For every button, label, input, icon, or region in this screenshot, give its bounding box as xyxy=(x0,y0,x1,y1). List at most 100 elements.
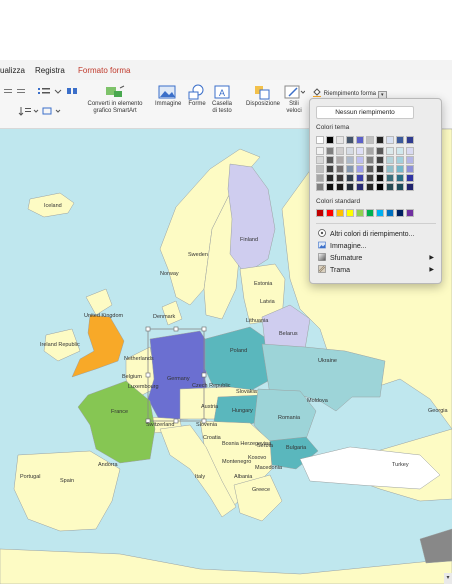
color-swatch[interactable] xyxy=(396,136,404,144)
color-swatch[interactable] xyxy=(366,156,374,164)
color-swatch[interactable] xyxy=(336,165,344,173)
color-swatch[interactable] xyxy=(406,165,414,173)
color-swatch[interactable] xyxy=(326,136,334,144)
color-swatch[interactable] xyxy=(346,174,354,182)
texture-item[interactable]: Trama ▶ xyxy=(318,265,438,276)
color-swatch[interactable] xyxy=(396,174,404,182)
color-swatch[interactable] xyxy=(356,209,364,217)
color-swatch[interactable] xyxy=(316,165,324,173)
label-ireland: Ireland Republic xyxy=(40,342,80,348)
color-swatch[interactable] xyxy=(346,156,354,164)
indent-icons[interactable] xyxy=(3,86,33,99)
color-swatch[interactable] xyxy=(336,174,344,182)
color-swatch[interactable] xyxy=(386,147,394,155)
text-direction-button[interactable] xyxy=(18,106,68,119)
color-swatch[interactable] xyxy=(396,165,404,173)
no-fill-button[interactable]: Nessun riempimento xyxy=(316,106,414,119)
color-swatch[interactable] xyxy=(336,147,344,155)
color-swatch[interactable] xyxy=(316,156,324,164)
color-swatch[interactable] xyxy=(386,209,394,217)
color-swatch[interactable] xyxy=(316,136,324,144)
convert-smartart-button[interactable]: Converti in elemento grafico SmartArt xyxy=(86,84,144,115)
color-swatch[interactable] xyxy=(386,136,394,144)
color-swatch[interactable] xyxy=(366,147,374,155)
color-swatch[interactable] xyxy=(326,209,334,217)
color-swatch[interactable] xyxy=(376,165,384,173)
color-swatch[interactable] xyxy=(326,156,334,164)
color-swatch[interactable] xyxy=(406,209,414,217)
quick-styles-button[interactable]: Stili veloci xyxy=(283,84,305,115)
color-swatch[interactable] xyxy=(376,174,384,182)
color-swatch[interactable] xyxy=(356,174,364,182)
selection-handle[interactable] xyxy=(201,372,207,378)
color-swatch[interactable] xyxy=(366,209,374,217)
color-swatch[interactable] xyxy=(356,165,364,173)
color-swatch[interactable] xyxy=(366,165,374,173)
color-swatch[interactable] xyxy=(406,136,414,144)
color-swatch[interactable] xyxy=(396,156,404,164)
fill-image-item[interactable]: Immagine... xyxy=(318,241,438,252)
poland[interactable] xyxy=(204,326,271,392)
color-swatch[interactable] xyxy=(406,156,414,164)
selection-handle[interactable] xyxy=(201,326,207,332)
color-swatch[interactable] xyxy=(346,183,354,191)
scroll-down-arrow[interactable]: ▾ xyxy=(444,573,452,584)
color-swatch[interactable] xyxy=(396,209,404,217)
color-swatch[interactable] xyxy=(316,174,324,182)
color-swatch[interactable] xyxy=(336,136,344,144)
color-swatch[interactable] xyxy=(316,209,324,217)
color-wheel-icon xyxy=(318,229,326,237)
color-swatch[interactable] xyxy=(326,183,334,191)
color-swatch[interactable] xyxy=(346,147,354,155)
color-swatch[interactable] xyxy=(346,165,354,173)
shapes-button[interactable]: Forme xyxy=(186,84,208,108)
color-swatch[interactable] xyxy=(396,147,404,155)
label-czech: Czech Republic xyxy=(192,383,231,389)
tab-formato-forma[interactable]: Formato forma xyxy=(78,66,130,75)
color-swatch[interactable] xyxy=(376,156,384,164)
list-format-button[interactable] xyxy=(37,86,65,99)
label-moldova: Moldova xyxy=(307,398,329,404)
selection-handle[interactable] xyxy=(173,326,179,332)
selection-handle[interactable] xyxy=(145,326,151,332)
color-swatch[interactable] xyxy=(346,136,354,144)
color-swatch[interactable] xyxy=(336,183,344,191)
color-swatch[interactable] xyxy=(386,183,394,191)
color-swatch[interactable] xyxy=(346,209,354,217)
color-swatch[interactable] xyxy=(386,165,394,173)
selection-handle[interactable] xyxy=(145,372,151,378)
gradient-item[interactable]: Sfumature ▶ xyxy=(318,253,438,264)
color-swatch[interactable] xyxy=(376,183,384,191)
color-swatch[interactable] xyxy=(396,183,404,191)
color-swatch[interactable] xyxy=(366,174,374,182)
color-swatch[interactable] xyxy=(356,183,364,191)
color-swatch[interactable] xyxy=(366,183,374,191)
color-swatch[interactable] xyxy=(366,136,374,144)
tab-registra[interactable]: Registra xyxy=(35,66,65,75)
color-swatch[interactable] xyxy=(336,156,344,164)
color-swatch[interactable] xyxy=(316,183,324,191)
color-swatch[interactable] xyxy=(326,147,334,155)
selection-handle[interactable] xyxy=(173,418,179,424)
color-swatch[interactable] xyxy=(376,147,384,155)
image-button[interactable]: Immagine xyxy=(155,84,181,108)
color-swatch[interactable] xyxy=(376,136,384,144)
color-swatch[interactable] xyxy=(356,136,364,144)
arrange-button[interactable]: Disposizione xyxy=(246,84,280,108)
color-swatch[interactable] xyxy=(356,156,364,164)
color-swatch[interactable] xyxy=(386,156,394,164)
color-swatch[interactable] xyxy=(326,174,334,182)
more-fill-colors-item[interactable]: Altri colori di riempimento... xyxy=(318,229,438,240)
color-swatch[interactable] xyxy=(336,209,344,217)
color-swatch[interactable] xyxy=(386,174,394,182)
columns-button[interactable] xyxy=(66,86,80,99)
tab-visualizza[interactable]: ualizza xyxy=(0,66,25,75)
color-swatch[interactable] xyxy=(356,147,364,155)
color-swatch[interactable] xyxy=(376,209,384,217)
color-swatch[interactable] xyxy=(406,183,414,191)
text-box-button[interactable]: A Casella di testo xyxy=(212,84,232,115)
color-swatch[interactable] xyxy=(406,147,414,155)
color-swatch[interactable] xyxy=(406,174,414,182)
color-swatch[interactable] xyxy=(316,147,324,155)
color-swatch[interactable] xyxy=(326,165,334,173)
